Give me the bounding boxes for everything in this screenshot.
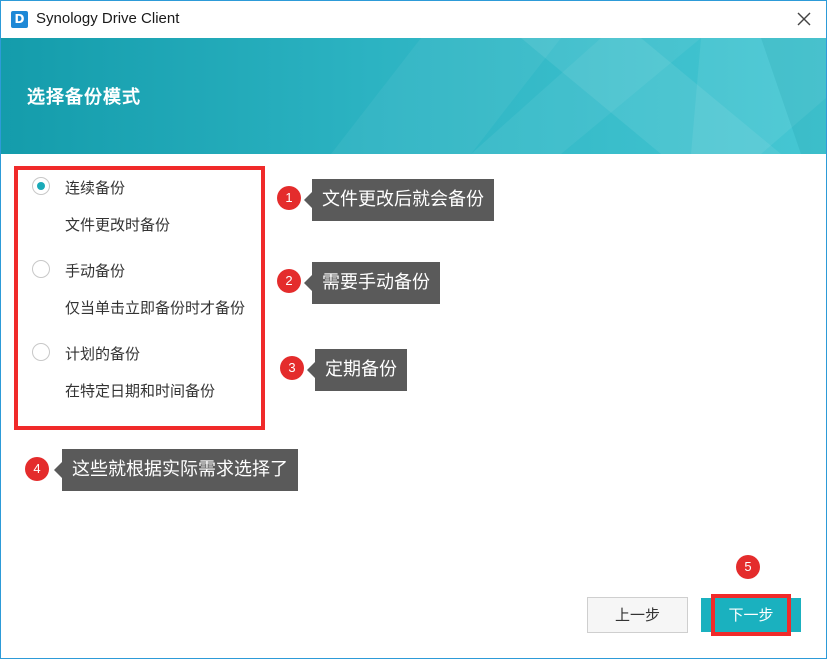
option-label-manual: 手动备份 <box>65 262 126 280</box>
window-title: Synology Drive Client <box>36 10 180 27</box>
previous-step-button[interactable]: 上一步 <box>587 597 688 633</box>
radio-continuous-backup[interactable] <box>32 177 50 195</box>
annotation-callout-2: 需要手动备份 <box>304 262 440 304</box>
annotation-badge-5: 5 <box>736 555 760 579</box>
close-button[interactable] <box>792 7 816 31</box>
annotation-badge-1: 1 <box>277 186 301 210</box>
option-desc-manual: 仅当单击立即备份时才备份 <box>65 299 246 317</box>
next-button-highlight <box>711 594 791 636</box>
option-label-continuous: 连续备份 <box>65 179 126 197</box>
annotation-badge-4: 4 <box>25 457 49 481</box>
radio-scheduled-backup[interactable] <box>32 343 50 361</box>
app-window: D Synology Drive Client 选择备份模式 连续备份 文件更改… <box>0 0 827 659</box>
radio-manual-backup[interactable] <box>32 260 50 278</box>
option-label-scheduled: 计划的备份 <box>65 345 141 363</box>
close-icon <box>797 12 811 26</box>
annotation-badge-2: 2 <box>277 269 301 293</box>
title-bar: D Synology Drive Client <box>1 1 826 38</box>
annotation-badge-3: 3 <box>280 356 304 380</box>
header-banner: 选择备份模式 <box>1 38 826 154</box>
option-desc-continuous: 文件更改时备份 <box>65 216 171 234</box>
annotation-callout-4: 这些就根据实际需求选择了 <box>54 449 298 491</box>
option-desc-scheduled: 在特定日期和时间备份 <box>65 382 216 400</box>
annotation-callout-3: 定期备份 <box>307 349 407 391</box>
annotation-callout-1: 文件更改后就会备份 <box>304 179 494 221</box>
page-title: 选择备份模式 <box>27 87 141 108</box>
synology-drive-icon: D <box>11 11 28 28</box>
